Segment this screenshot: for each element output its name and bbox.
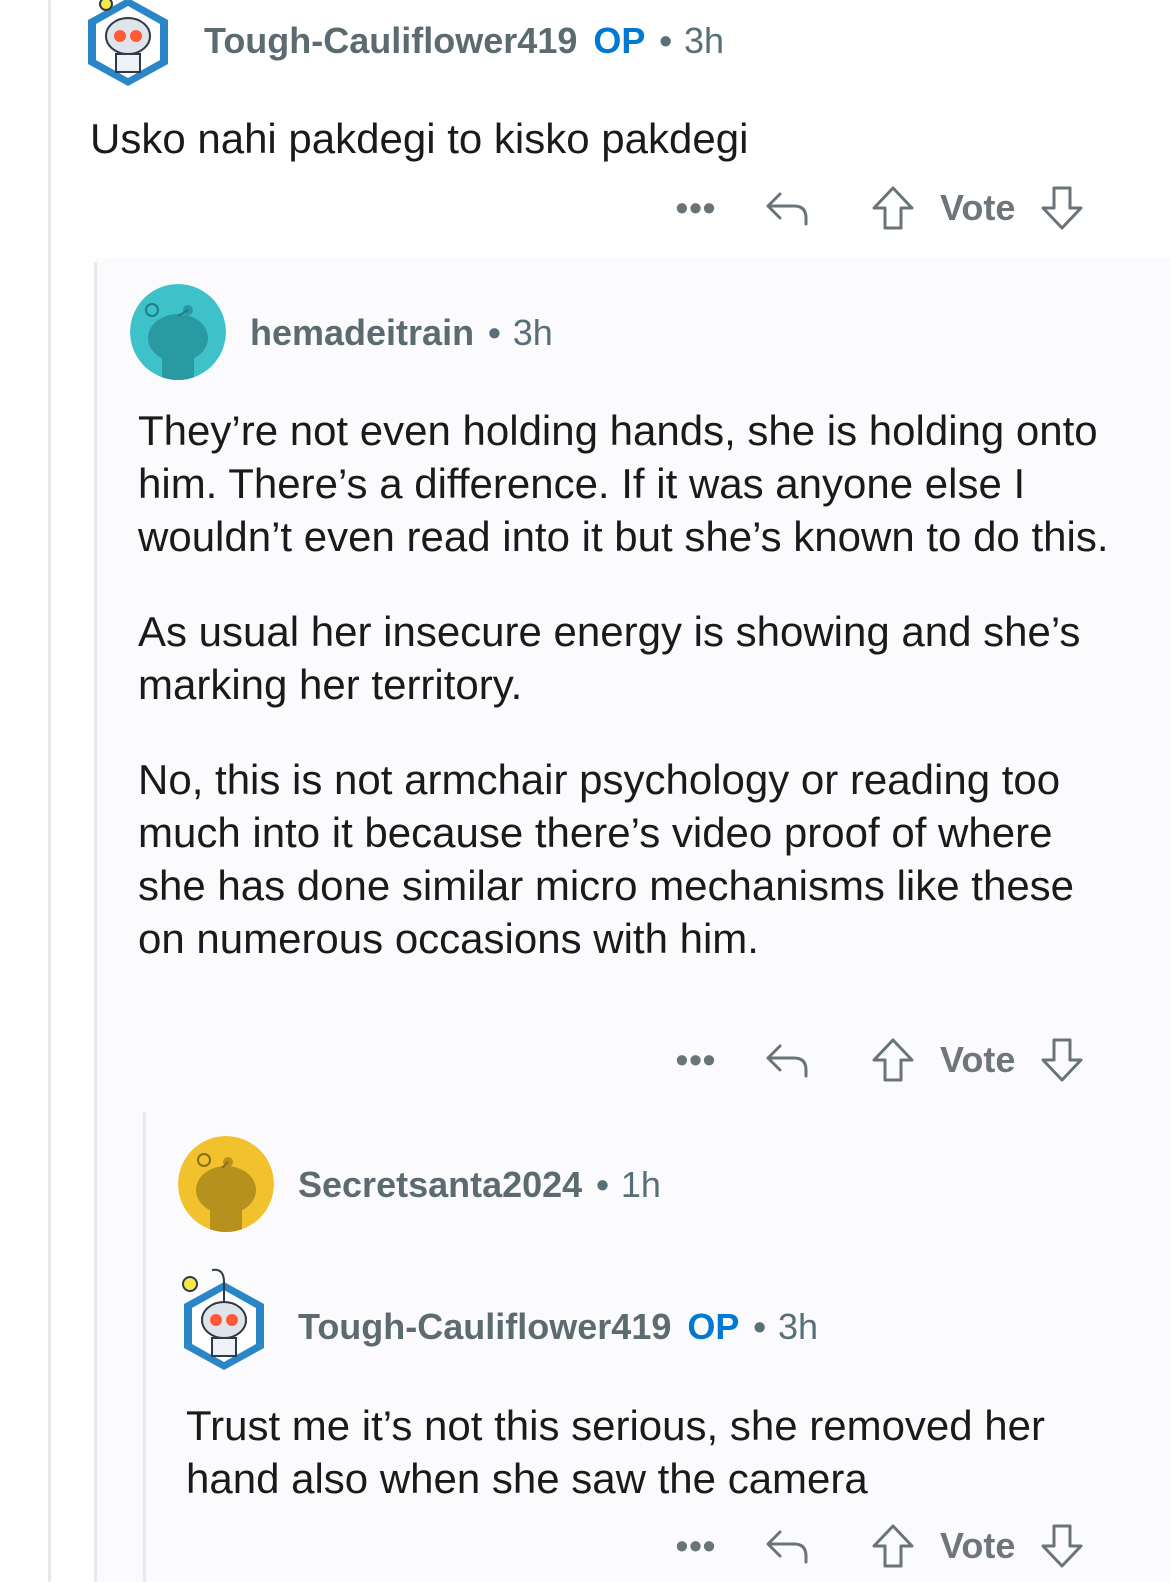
op-badge: OP [593,20,646,61]
comment-paragraph: As usual her insecure energy is showing … [138,608,1081,708]
comment-paragraph: They’re not even holding hands, she is h… [138,407,1109,560]
username[interactable]: Tough-Cauliflower419 [204,20,577,62]
timestamp: 1h [620,1164,661,1205]
upvote-button[interactable] [868,184,918,232]
upvote-arrow-icon [872,1524,914,1568]
thread-line-root[interactable] [48,0,51,1582]
upvote-button[interactable] [868,1036,918,1084]
comment-4-body: Trust me it’s not this serious, she remo… [186,1399,1086,1505]
vote-count: Vote [940,187,1016,228]
op-badge: OP [687,1306,740,1347]
comment-2-body: They’re not even holding hands, she is h… [138,404,1128,965]
snoo-robot-avatar-icon[interactable] [80,0,176,90]
username[interactable]: Secretsanta2024 [298,1164,582,1206]
more-options-button[interactable]: ••• [666,1039,726,1080]
upvote-button[interactable] [868,1522,918,1570]
timestamp: 3h [777,1306,819,1347]
comment-3-meta: Secretsanta2024 • 1h [298,1162,661,1208]
downvote-button[interactable] [1037,1036,1087,1084]
downvote-arrow-icon [1041,1038,1083,1082]
username[interactable]: Tough-Cauliflower419 [298,1306,671,1348]
reply-icon [766,1530,808,1564]
upvote-arrow-icon [872,1038,914,1082]
downvote-arrow-icon [1041,1524,1083,1568]
username[interactable]: hemadeitrain [250,312,474,354]
downvote-button[interactable] [1037,1522,1087,1570]
separator-dot: • [753,1306,766,1347]
comment-1-body: Usko nahi pakdegi to kisko pakdegi [90,112,1130,165]
comment-paragraph: Usko nahi pakdegi to kisko pakdegi [90,115,749,162]
comment-paragraph: Trust me it’s not this serious, she remo… [186,1402,1046,1502]
comment-1-meta: Tough-Cauliflower419 OP • 3h [204,18,724,64]
reply-button[interactable] [756,1040,816,1080]
comment-2-meta: hemadeitrain • 3h [250,310,553,356]
snoo-yellow-avatar-icon[interactable] [178,1136,274,1232]
separator-dot: • [488,312,501,353]
separator-dot: • [596,1164,609,1205]
comment-paragraph: No, this is not armchair psychology or r… [138,756,1075,962]
comment-4-meta: Tough-Cauliflower419 OP • 3h [298,1304,818,1350]
more-options-button[interactable]: ••• [666,187,726,228]
vote-count: Vote [940,1525,1016,1566]
thread-line-reply-1[interactable] [94,262,97,1582]
thread-line-reply-2[interactable] [143,1112,146,1582]
downvote-button[interactable] [1037,184,1087,232]
reply-button[interactable] [756,1526,816,1566]
reply-button[interactable] [756,188,816,228]
separator-dot: • [659,20,672,61]
more-options-button[interactable]: ••• [666,1525,726,1566]
upvote-arrow-icon [872,186,914,230]
comment-1-actions: ••• Vote [666,180,1087,236]
timestamp: 3h [683,20,725,61]
comment-2-actions: ••• Vote [666,1032,1087,1088]
reply-icon [766,192,808,226]
reply-icon [766,1044,808,1078]
downvote-arrow-icon [1041,186,1083,230]
vote-count: Vote [940,1039,1016,1080]
snoo-teal-avatar-icon[interactable] [130,284,226,380]
snoo-robot-avatar-icon[interactable] [176,1262,272,1374]
timestamp: 3h [512,312,553,353]
comment-4-actions: ••• Vote [666,1518,1087,1574]
